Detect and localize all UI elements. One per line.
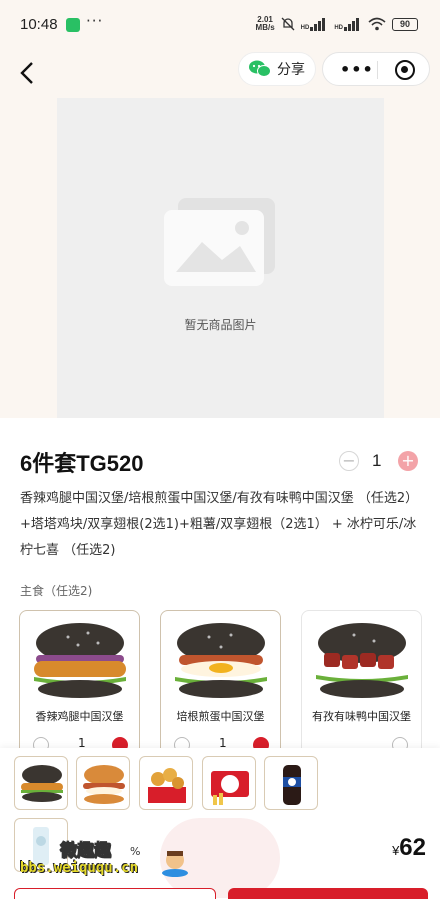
option-card[interactable]: 有孜有味鸭中国汉堡 bbox=[301, 610, 422, 750]
spicy-chicken-burger-image bbox=[34, 623, 126, 698]
selected-item-thumb[interactable] bbox=[139, 756, 193, 810]
wechat-icon bbox=[249, 60, 271, 77]
quantity-minus-button[interactable]: − bbox=[339, 451, 359, 471]
watermark-mascot-icon bbox=[162, 851, 188, 877]
mute-bell-icon bbox=[281, 17, 295, 31]
status-icons: 2.01 MB/s HD HD 90 bbox=[256, 16, 418, 32]
close-mini-program-icon[interactable] bbox=[395, 60, 415, 80]
selected-item-thumb[interactable] bbox=[76, 756, 130, 810]
card-name: 培根煎蛋中国汉堡 bbox=[176, 710, 265, 723]
selected-item-thumb[interactable] bbox=[14, 756, 68, 810]
more-notifications-icon: ··· bbox=[86, 12, 104, 30]
wechat-notification-icon bbox=[66, 18, 80, 32]
signal-hd-1: HD bbox=[301, 17, 329, 31]
total-price: ¥62 bbox=[392, 834, 426, 861]
product-image-placeholder: 暂无商品图片 bbox=[57, 98, 384, 418]
cola-thumb-icon bbox=[283, 765, 301, 805]
top-nav: 分享 ••• bbox=[0, 50, 440, 98]
signal-hd-2: HD bbox=[334, 17, 362, 31]
watermark-title: 微趣趣 bbox=[60, 841, 112, 862]
back-arrow-icon[interactable] bbox=[14, 58, 42, 88]
selected-item-thumb[interactable] bbox=[264, 756, 318, 810]
partial-text: % bbox=[130, 845, 141, 858]
capsule-divider bbox=[377, 61, 378, 79]
bacon-egg-burger-image bbox=[175, 623, 267, 698]
wifi-icon bbox=[368, 17, 386, 31]
spicy-chicken-burger-thumb-icon bbox=[21, 765, 63, 802]
fries-thumb-icon bbox=[211, 771, 249, 805]
chicken-nuggets-thumb-icon bbox=[148, 768, 186, 803]
duck-burger-image bbox=[316, 623, 408, 698]
primary-action-button[interactable] bbox=[228, 888, 428, 899]
share-button[interactable]: 分享 bbox=[238, 52, 316, 86]
watermark-url: bbs.weiququ.cn bbox=[20, 860, 139, 876]
network-speed: 2.01 MB/s bbox=[255, 15, 275, 32]
card-name: 有孜有味鸭中国汉堡 bbox=[312, 710, 411, 723]
status-time: 10:48 bbox=[20, 16, 58, 33]
quantity-plus-button[interactable]: + bbox=[398, 451, 418, 471]
main-food-options: 香辣鸡腿中国汉堡 1 培根煎蛋中国汉堡 1 有孜有味鸭中国汉堡 bbox=[0, 610, 440, 750]
selected-item-thumb[interactable] bbox=[202, 756, 256, 810]
bacon-egg-burger-thumb-icon bbox=[83, 765, 125, 804]
signal-icon-2 bbox=[344, 17, 362, 31]
signal-icon-1 bbox=[310, 17, 328, 31]
option-card[interactable]: 香辣鸡腿中国汉堡 1 bbox=[19, 610, 140, 750]
option-card[interactable]: 培根煎蛋中国汉堡 1 bbox=[160, 610, 281, 750]
product-title: 6件套TG520 bbox=[20, 451, 144, 476]
image-placeholder-icon bbox=[164, 198, 275, 286]
more-options-icon[interactable]: ••• bbox=[340, 60, 374, 79]
share-label: 分享 bbox=[277, 62, 305, 78]
section-title-main: 主食（任选2) bbox=[20, 584, 93, 598]
status-bar: 10:48 ··· 2.01 MB/s HD HD 90 bbox=[0, 0, 440, 50]
no-image-text: 暂无商品图片 bbox=[184, 318, 257, 332]
card-name: 香辣鸡腿中国汉堡 bbox=[35, 710, 124, 723]
product-description: 香辣鸡腿中国汉堡/培根煎蛋中国汉堡/有孜有味鸭中国汉堡 （任选2） +塔塔鸡块/… bbox=[20, 491, 419, 558]
quantity-value: 1 bbox=[372, 451, 382, 470]
battery-icon: 90 bbox=[392, 17, 418, 31]
secondary-action-button[interactable] bbox=[14, 888, 216, 899]
mini-program-capsule: ••• bbox=[322, 52, 430, 86]
selection-tray: % 微趣趣 bbs.weiququ.cn ¥62 bbox=[0, 748, 440, 899]
